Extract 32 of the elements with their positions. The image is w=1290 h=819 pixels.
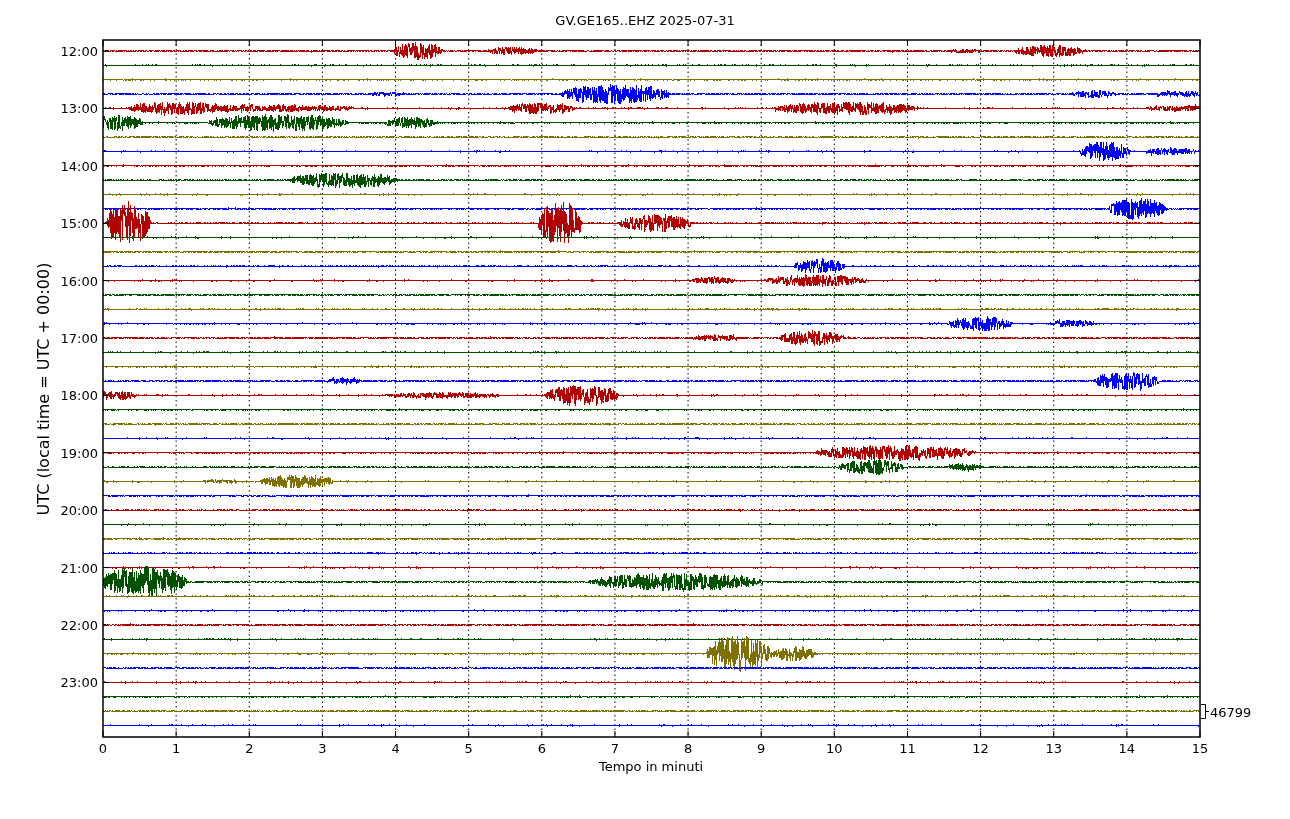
x-tick-label: 14 [1118,741,1136,756]
x-tick-label: 1 [172,741,181,756]
y-tick-label: 21:00 [60,560,98,576]
x-tick-label: 4 [391,741,400,756]
x-tick-label: 8 [683,741,693,756]
plot-title: GV.GE165..EHZ 2025-07-31 [555,13,735,28]
y-tick-label: 12:00 [60,44,98,59]
y-tick-label: 15:00 [60,216,98,232]
y-tick-label: 17:00 [60,331,98,346]
y-tick-label: 14:00 [60,158,98,174]
scale-label: 46799 [1210,705,1252,720]
x-tick-label: 6 [537,741,546,756]
y-tick-label: 19:00 [60,445,98,461]
x-tick-label: 13 [1045,741,1062,756]
x-tick-label: 0 [98,741,108,756]
y-tick-label: 22:00 [60,618,98,633]
x-axis-label: Tempo in minuti [598,759,704,774]
x-tick-label: 7 [610,741,620,756]
y-tick-label: 18:00 [60,388,98,404]
x-tick-label: 5 [464,741,473,756]
x-tick-label: 3 [318,741,327,756]
y-axis-label: UTC (local time = UTC + 00:00) [34,262,53,516]
y-tick-label: 23:00 [60,675,98,691]
y-tick-label: 16:00 [60,273,98,289]
x-tick-label: 15 [1191,741,1209,756]
x-tick-label: 9 [757,741,766,756]
y-tick-label: 20:00 [60,503,98,519]
x-tick-label: 12 [972,741,989,756]
x-tick-label: 2 [245,741,254,756]
y-tick-label: 13:00 [60,101,98,117]
x-tick-label: 11 [899,741,916,756]
x-tick-label: 10 [826,741,843,756]
